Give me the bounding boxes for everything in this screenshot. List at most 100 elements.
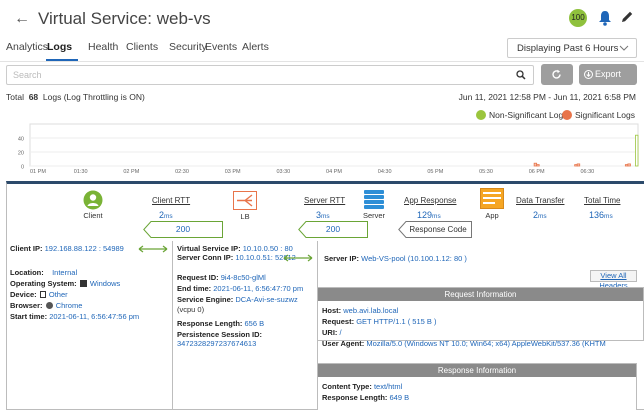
time-range-select[interactable]: Displaying Past 6 Hours — [507, 38, 637, 58]
log-histogram-chart[interactable]: 40 20 0 01 PM 01:30 02 PM 02:30 03 PM 03:30 04 PM… — [0, 120, 644, 178]
total-suffix: Logs (Log Throttling is ON) — [42, 92, 145, 102]
pencil-icon[interactable] — [620, 10, 634, 24]
server-rtt-label[interactable]: Server RTT — [304, 196, 345, 205]
app-response-unit: ms — [432, 213, 441, 220]
os-value[interactable]: Windows — [90, 279, 120, 288]
vs-ip-label: Virtual Service IP: — [177, 244, 241, 253]
device-icon — [39, 291, 46, 298]
client-status-code: 200 — [175, 224, 191, 234]
app-response-number: 129 — [417, 210, 433, 220]
server-icon — [364, 190, 384, 209]
end-time-label: End time: — [177, 284, 212, 293]
client-ip-label: Client IP: — [10, 244, 43, 253]
search-icon[interactable] — [516, 70, 526, 80]
tab-events[interactable]: Events — [205, 41, 237, 53]
page-title: Virtual Service: web-vs — [38, 9, 211, 28]
x-tick-label: 04 PM — [326, 169, 342, 175]
location-value[interactable]: Internal — [52, 268, 77, 277]
x-tick-label: 02 PM — [123, 169, 139, 175]
chrome-icon — [45, 302, 53, 309]
data-transfer-value: 2ms — [533, 205, 547, 223]
os-row: Operating System: Windows — [10, 279, 120, 288]
app-icon — [480, 188, 504, 209]
persistence-id-row: Persistence Session ID: — [177, 330, 262, 339]
os-label: Operating System: — [10, 279, 77, 288]
export-label: Export — [595, 69, 622, 79]
bar-significant — [536, 164, 540, 167]
tab-clients[interactable]: Clients — [126, 41, 158, 53]
legend-non-significant[interactable]: Non-Significant Logs — [476, 110, 567, 120]
back-arrow-icon[interactable]: ← — [14, 10, 30, 28]
x-tick-label: 03:30 — [276, 169, 290, 175]
legend-significant[interactable]: Significant Logs — [562, 110, 635, 120]
plot-area — [29, 123, 639, 167]
x-tick-label: 01:30 — [74, 169, 88, 175]
x-tick-label: 05 PM — [427, 169, 443, 175]
user-agent-value[interactable]: Mozilla/5.0 (Windows NT 10.0; Win64; x64… — [366, 339, 605, 348]
start-time-row: Start time: 2021-06-11, 6:56:47:56 pm — [10, 312, 139, 321]
host-label: Host: — [322, 306, 342, 315]
data-transfer-label[interactable]: Data Transfer — [516, 196, 564, 205]
view-all-headers-button[interactable]: View All Headers — [590, 270, 637, 290]
tab-health[interactable]: Health — [88, 41, 118, 53]
legend-label: Non-Significant Logs — [489, 110, 568, 120]
tab-analytics[interactable]: Analytics — [6, 41, 48, 53]
bidirectional-arrow-icon — [283, 254, 313, 262]
request-row: Request: GET HTTP/1.1 ( 515 B ) — [322, 317, 437, 326]
client-icon — [83, 190, 103, 210]
browser-value[interactable]: Chrome — [56, 301, 83, 310]
total-time-number: 136 — [589, 210, 605, 220]
response-length-label: Response Length: — [177, 319, 243, 328]
uri-value[interactable]: / — [340, 328, 342, 337]
tab-logs[interactable]: Logs — [47, 41, 72, 53]
x-tick-label: 06:30 — [580, 169, 594, 175]
response-length-info-value: 649 B — [389, 393, 410, 402]
y-tick-label: 40 — [18, 137, 24, 143]
search-input[interactable]: Search — [6, 65, 534, 85]
logs-page: ← Virtual Service: web-vs 100 Analytics … — [0, 0, 644, 410]
chevron-down-icon — [619, 45, 629, 51]
tab-security[interactable]: Security — [169, 41, 207, 53]
refresh-icon — [552, 69, 561, 79]
app-response-label[interactable]: App Response — [404, 196, 456, 205]
x-tick-label: 02:30 — [175, 169, 189, 175]
time-range-value: Displaying Past 6 Hours — [517, 43, 619, 54]
service-engine-value[interactable]: DCA-Avi-se-suzwz — [235, 295, 297, 304]
content-type-value[interactable]: text/html — [374, 382, 402, 391]
total-time-value: 136ms — [589, 205, 613, 223]
location-row: Location: Internal — [10, 268, 77, 277]
x-tick-label: 06 PM — [529, 169, 545, 175]
y-tick-label: 0 — [21, 165, 24, 171]
server-ip-row: Server IP: Web-VS-pool (10.100.1.12: 80 … — [324, 254, 467, 263]
refresh-button[interactable] — [541, 64, 573, 85]
response-length-value: 656 B — [244, 319, 265, 328]
content-type-label: Content Type: — [322, 382, 372, 391]
bell-icon[interactable] — [598, 10, 612, 26]
client-ip-value[interactable]: 192.168.88.122 : 54989 — [45, 244, 124, 253]
device-value[interactable]: Other — [49, 290, 68, 299]
service-engine-row: Service Engine: DCA-Avi-se-suzwz (vcpu 0… — [177, 295, 314, 315]
server-ip-value[interactable]: Web-VS-pool — [361, 254, 405, 263]
export-button[interactable]: Export — [579, 64, 637, 85]
host-value[interactable]: web.avi.lab.local — [343, 306, 398, 315]
persistence-id-value[interactable]: 347232829723767461​3 — [177, 339, 256, 348]
legend-label: Significant Logs — [575, 110, 636, 120]
user-agent-label: User Agent: — [322, 339, 365, 348]
x-tick-label: 05:30 — [479, 169, 493, 175]
response-info-title: Response Information — [318, 364, 636, 377]
total-time-label[interactable]: Total Time — [584, 196, 620, 205]
load-balancer-icon — [233, 191, 257, 210]
health-score-badge[interactable]: 100 — [569, 9, 587, 27]
request-id-label: Request ID: — [177, 273, 219, 282]
request-label: Request: — [322, 317, 355, 326]
request-value[interactable]: GET HTTP/1.1 ( 515 B ) — [356, 317, 436, 326]
legend-swatch — [476, 110, 486, 120]
end-time-row: End time: 2021-06-11, 6:56:47:70 pm — [177, 284, 303, 293]
tab-alerts[interactable]: Alerts — [242, 41, 269, 53]
bidirectional-arrow-icon — [138, 245, 168, 253]
client-rtt-label[interactable]: Client RTT — [152, 196, 190, 205]
vs-ip-value[interactable]: 10.10.0.50 : 80 — [243, 244, 293, 253]
x-tick-label: 04:30 — [378, 169, 392, 175]
request-id-value[interactable]: 9i4-8c50-glMl — [221, 273, 266, 282]
page-header: ← Virtual Service: web-vs 100 — [0, 0, 644, 38]
